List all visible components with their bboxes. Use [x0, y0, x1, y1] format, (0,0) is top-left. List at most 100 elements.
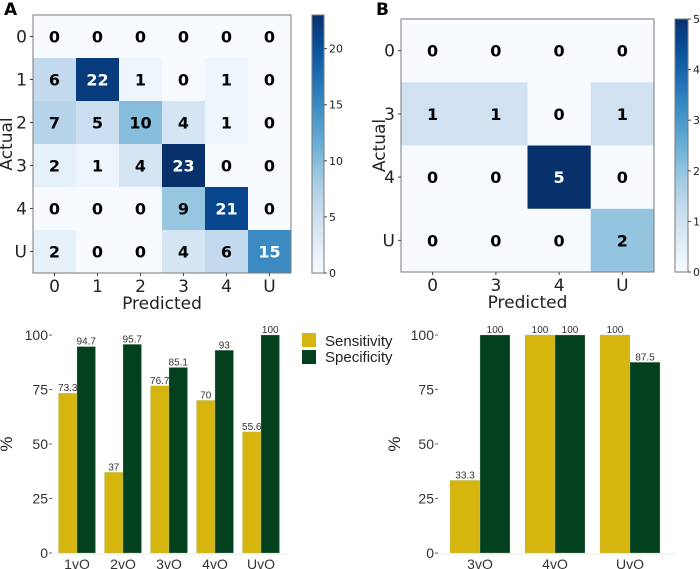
- heatmap-cell-value: 4: [135, 157, 146, 176]
- y-axis-label: Actual: [0, 117, 17, 170]
- colorbar-tick-label: 20: [329, 43, 343, 56]
- heatmap-cell-value: 1: [135, 71, 146, 90]
- panel-letter-a: A: [4, 0, 18, 20]
- colorbar-tick-label: 4: [693, 64, 700, 77]
- heatmap-cell-value: 2: [49, 157, 60, 176]
- heatmap-cell-value: 1: [490, 105, 501, 124]
- x-tick-label: 1: [92, 277, 103, 297]
- bar-value-label: 55.6: [242, 422, 262, 433]
- heatmap-cell-value: 0: [49, 200, 60, 219]
- y-tick-label: 0: [384, 42, 395, 62]
- heatmap-cell-value: 6: [49, 71, 60, 90]
- bar-sensitivity: [150, 385, 170, 554]
- x-tick-label: 2vO: [110, 556, 136, 569]
- panel-letter-b: B: [376, 0, 389, 20]
- heatmap-cell-value: 0: [617, 168, 628, 187]
- y-tick-label: 25: [32, 491, 48, 507]
- x-tick-label: 4: [221, 277, 232, 297]
- y-tick-label: 50: [32, 436, 48, 452]
- bar-value-label: 94.7: [77, 337, 97, 348]
- colorbar: [311, 14, 325, 274]
- y-tick-label: 50: [418, 436, 434, 452]
- heatmap-cell-value: 0: [92, 28, 103, 47]
- x-tick-label: UvO: [616, 556, 644, 569]
- x-tick-label: UvO: [247, 556, 275, 569]
- legend-label-sensitivity: Sensitivity: [325, 333, 393, 350]
- heatmap-cell-value: 0: [264, 200, 275, 219]
- x-tick-label: 0: [427, 276, 438, 296]
- heatmap-cell-value: 0: [221, 157, 232, 176]
- heatmap-cell-value: 22: [86, 71, 108, 90]
- colorbar-tick-label: 15: [329, 99, 343, 112]
- colorbar-tick-label: 5: [693, 13, 700, 26]
- x-tick-label: 4vO: [542, 556, 568, 569]
- x-tick-label: U: [263, 277, 275, 297]
- heatmap-cell-value: 0: [264, 157, 275, 176]
- legend-label-specificity: Specificity: [325, 349, 393, 366]
- bar-specificity: [260, 334, 280, 554]
- heatmap-cell-value: 0: [490, 231, 501, 250]
- heatmap-cell-value: 5: [554, 168, 565, 187]
- bar-specificity: [122, 344, 142, 554]
- bar-value-label: 85.1: [169, 357, 189, 368]
- heatmap-cell-value: 0: [178, 28, 189, 47]
- bar-value-label: 100: [607, 325, 624, 336]
- bar-sensitivity: [242, 431, 262, 554]
- colorbar-tick-label: 2: [693, 165, 700, 178]
- heatmap-cell-value: 0: [427, 231, 438, 250]
- x-tick-label: 1vO: [64, 556, 90, 569]
- heatmap-cell-value: 0: [617, 42, 628, 61]
- y-tick-label: 0: [426, 545, 434, 561]
- heatmap-cell-value: 0: [554, 231, 565, 250]
- bar-sensitivity: [104, 472, 124, 554]
- bar-specificity: [479, 334, 511, 554]
- y-tick-label: 100: [25, 327, 49, 343]
- y-tick-label: 1: [16, 71, 27, 91]
- bar-value-label: 76.7: [150, 376, 170, 387]
- heatmap-cell-value: 0: [427, 168, 438, 187]
- bar-specificity: [554, 334, 586, 554]
- bar-value-label: 95.7: [123, 334, 143, 345]
- colorbar-tick-label: 0: [329, 267, 336, 280]
- bar-value-label: 70: [200, 390, 212, 401]
- bar-chart-a: 0 25 50 75 100% 73.3 94.7 1vO 37 95.7 2vO 76.7 85.1 3…: [0, 325, 288, 569]
- colorbar-tick-label: 3: [693, 114, 700, 127]
- heatmap-cell-value: 4: [178, 243, 189, 262]
- heatmap-cell-value: 0: [49, 28, 60, 47]
- heatmap-cell-value: 0: [554, 105, 565, 124]
- legend-swatch-sensitivity: [302, 333, 316, 347]
- x-tick-label: 3vO: [156, 556, 182, 569]
- y-tick-label: 100: [411, 327, 435, 343]
- heatmap-cell-value: 0: [178, 71, 189, 90]
- heatmap-cell-value: 23: [172, 157, 194, 176]
- y-axis-label: %: [385, 436, 404, 451]
- heatmap-cell-value: 10: [129, 114, 151, 133]
- heatmap-cell-value: 21: [215, 200, 237, 219]
- colorbar-tick-label: 0: [693, 266, 700, 279]
- heatmap-cell-value: 2: [49, 243, 60, 262]
- heatmap-cell-value: 0: [427, 42, 438, 61]
- bar-value-label: 100: [562, 325, 579, 336]
- heatmap-cell-value: 15: [258, 243, 280, 262]
- heatmap-cell-value: 5: [92, 114, 103, 133]
- heatmap-cell-value: 6: [221, 243, 232, 262]
- heatmap-cell-value: 0: [264, 114, 275, 133]
- heatmap-cell-value: 0: [264, 28, 275, 47]
- legend: Sensitivity Specificity: [302, 333, 393, 366]
- y-tick-label: 0: [16, 28, 27, 48]
- heatmap-cell-value: 0: [92, 243, 103, 262]
- colorbar-tick-label: 1: [693, 215, 700, 228]
- y-tick-label: U: [15, 243, 27, 263]
- y-tick-label: 0: [40, 545, 48, 561]
- bar-specificity: [76, 346, 96, 554]
- heatmap-cell-value: 1: [427, 105, 438, 124]
- heatmap-cell-value: 1: [617, 105, 628, 124]
- heatmap-cell-value: 1: [92, 157, 103, 176]
- heatmap-a: 0 0 0 0 0 06 22 1 0 1 07 5 10 4 1 02 1 4 23 0 00 0 0 9 21 02 0 0 4 6 1…: [0, 14, 343, 314]
- heatmap-cell-value: 4: [178, 114, 189, 133]
- y-axis-label: Actual: [370, 119, 390, 172]
- y-tick-label: 3: [16, 157, 27, 177]
- heatmap-cell-value: 9: [178, 200, 189, 219]
- bar-value-label: 93: [219, 340, 231, 351]
- heatmap-cell-value: 0: [490, 42, 501, 61]
